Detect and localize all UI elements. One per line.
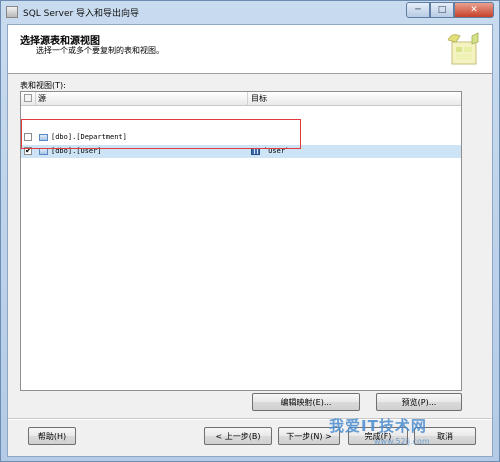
table-icon <box>39 148 48 155</box>
back-button[interactable]: < 上一步(B) <box>204 427 272 445</box>
wizard-header-icon <box>447 32 479 65</box>
maximize-button[interactable]: □ <box>430 2 454 18</box>
page-subtitle: 选择一个或多个要复制的表和视图。 <box>36 46 164 55</box>
tables-views-label: 表和视图(T): <box>20 81 66 90</box>
wizard-window: SQL Server 导入和导出向导 ─ □ ✕ 选择源表和源视图 选择一个或多… <box>0 0 500 462</box>
select-all-checkbox[interactable] <box>24 94 32 102</box>
window-title: SQL Server 导入和导出向导 <box>23 9 140 19</box>
preview-button[interactable]: 预览(P)... <box>376 393 462 411</box>
app-icon <box>6 6 18 18</box>
list-header: 源 目标 <box>21 92 461 106</box>
watermark: 我爱IT技术网 www.52ij.com <box>329 415 497 455</box>
help-button[interactable]: 帮助(H) <box>28 427 76 445</box>
caption-buttons: ─ □ ✕ <box>406 2 494 19</box>
close-button[interactable]: ✕ <box>454 2 494 18</box>
target-column-header[interactable]: 目标 <box>249 92 461 105</box>
minimize-button[interactable]: ─ <box>406 2 430 18</box>
wizard-client-area: 选择源表和源视图 选择一个或多个要复制的表和视图。 表和视图(T): 源 目标 <box>7 24 493 457</box>
watermark-url: www.52ij.com <box>374 437 430 446</box>
select-all-column[interactable] <box>21 92 36 105</box>
watermark-text: 我爱IT技术网 <box>329 417 427 435</box>
annotation-highlight <box>21 119 301 149</box>
destination-table-icon <box>251 148 260 155</box>
title-bar[interactable]: SQL Server 导入和导出向导 ─ □ ✕ <box>1 1 499 23</box>
edit-mappings-button[interactable]: 编辑映射(E)... <box>252 393 360 411</box>
wizard-header: 选择源表和源视图 选择一个或多个要复制的表和视图。 <box>8 25 492 74</box>
source-column-header[interactable]: 源 <box>36 92 248 105</box>
